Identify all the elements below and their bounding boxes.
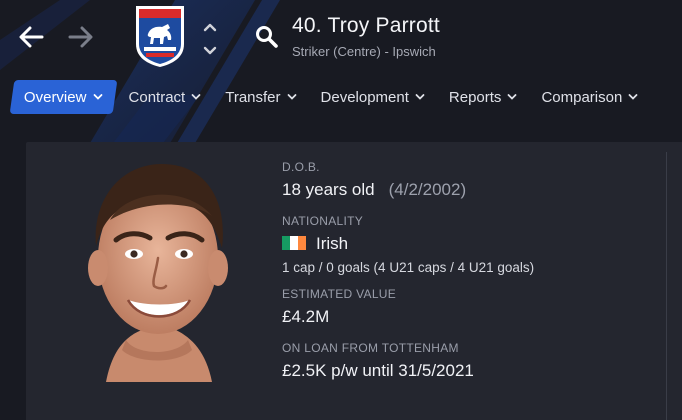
tab-development[interactable]: Development (311, 80, 435, 114)
player-photo (88, 164, 228, 382)
tab-label: Transfer (225, 88, 281, 106)
loan-wage-value: £2.5K p/w until 31/5/2021 (282, 361, 474, 380)
estimated-value-label: ESTIMATED VALUE (282, 287, 397, 301)
loan-label: ON LOAN FROM TOTTENHAM (282, 341, 459, 355)
player-switch-updown[interactable] (200, 22, 220, 56)
tab-transfer[interactable]: Transfer (215, 80, 306, 114)
tab-overview[interactable]: Overview (9, 80, 117, 114)
forward-button[interactable] (66, 22, 96, 52)
card-divider (666, 152, 667, 420)
chevron-down-icon (93, 94, 102, 100)
back-button[interactable] (16, 22, 46, 52)
tab-label: Development (320, 88, 409, 106)
arrow-right-icon (68, 26, 93, 48)
dob-text: (4/2/2002) (388, 180, 467, 199)
age-value: 18 years old (4/2/2002) (282, 180, 662, 200)
player-position-club: Striker (Centre) - Ipswich (292, 44, 436, 59)
tab-label: Contract (128, 88, 186, 106)
tab-contract[interactable]: Contract (119, 80, 212, 114)
tab-label: Reports (448, 88, 502, 106)
age-text: 18 years old (282, 180, 375, 199)
player-info-panel: D.O.B. 18 years old (4/2/2002) NATIONALIT… (282, 160, 662, 381)
ireland-flag-icon (282, 235, 306, 250)
tab-label: Comparison (541, 88, 623, 106)
player-header: 40. Troy Parrott Striker (Centre) - Ipsw… (0, 0, 682, 140)
estimated-value: £4.2M (282, 307, 330, 326)
chevron-down-icon (508, 94, 517, 100)
nationality-label: NATIONALITY (282, 214, 364, 228)
nationality-text: Irish (316, 234, 349, 253)
club-crest-logo[interactable] (134, 4, 186, 68)
arrow-left-icon (19, 26, 44, 48)
tab-label: Overview (24, 88, 87, 106)
profile-tabs: Overview Contract Transfer Development R… (9, 80, 652, 114)
chevron-down-icon (415, 94, 425, 100)
search-icon[interactable] (254, 24, 280, 50)
chevron-up-icon (203, 23, 217, 32)
tab-comparison[interactable]: Comparison (531, 80, 648, 114)
chevron-down-icon (628, 94, 638, 100)
international-caps: 1 cap / 0 goals (4 U21 caps / 4 U21 goal… (282, 260, 535, 275)
chevron-down-icon (191, 94, 201, 100)
nationality-value: Irish (282, 234, 662, 254)
player-name: 40. Troy Parrott (292, 14, 440, 37)
chevron-down-icon (203, 46, 217, 55)
chevron-down-icon (287, 94, 296, 100)
dob-label: D.O.B. (282, 160, 320, 174)
tab-reports[interactable]: Reports (439, 80, 528, 114)
